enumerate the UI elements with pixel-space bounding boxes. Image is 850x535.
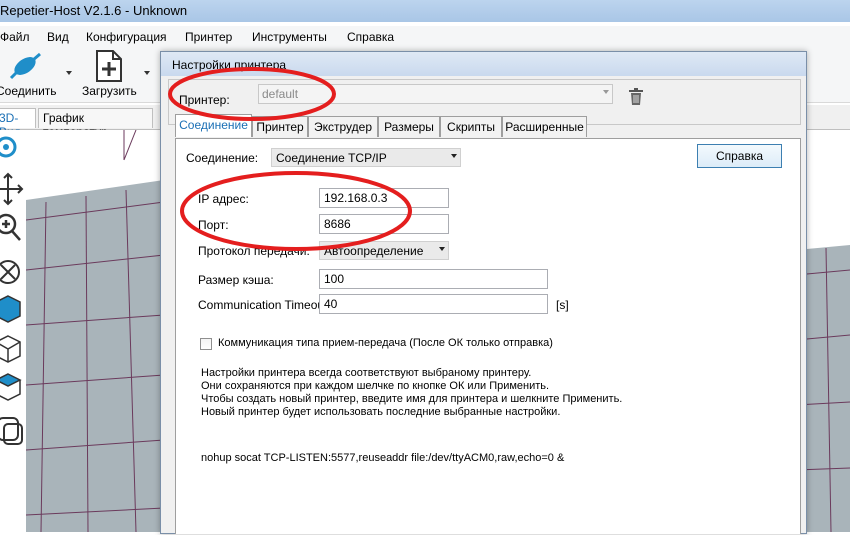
info-line: Новый принтер будет использовать последн… — [201, 406, 561, 418]
printer-label: Принтер: — [179, 93, 230, 107]
tab-scripts[interactable]: Скрипты — [440, 116, 502, 137]
menu-printer[interactable]: Принтер — [185, 30, 232, 44]
menu-view[interactable]: Вид — [47, 30, 69, 44]
tab-3d-view[interactable]: 3D-Вид — [0, 108, 36, 139]
tab-temperature-graph[interactable]: График температур — [38, 108, 153, 139]
load-dropdown-arrow[interactable] — [144, 68, 152, 78]
connect-label: Соединить — [0, 84, 57, 98]
connection-tab-panel: Соединение: Соединение TCP/IP Справка IP… — [175, 138, 801, 534]
tab-connection[interactable]: Соединение — [175, 114, 252, 137]
port-label: Порт: — [198, 218, 229, 232]
load-button[interactable]: Загрузить — [78, 46, 140, 102]
menu-file[interactable]: Файл — [0, 30, 30, 44]
cache-size-label: Размер кэша: — [198, 273, 274, 287]
timeout-label: Communication Timeout: — [198, 298, 331, 312]
printer-combo[interactable]: default — [258, 84, 613, 104]
ping-pong-checkbox[interactable] — [200, 338, 212, 350]
window-title: Repetier-Host V2.1.6 - Unknown — [0, 3, 188, 18]
timeout-unit: [s] — [556, 298, 569, 312]
info-line: Чтобы создать новый принтер, введите имя… — [201, 393, 623, 405]
ip-address-input[interactable]: 192.168.0.3 — [319, 188, 449, 208]
printer-settings-dialog: Настройки принтера Принтер: default Соед… — [160, 51, 807, 534]
info-line: Они сохраняются при каждом шелчке по кно… — [201, 380, 550, 392]
trash-icon[interactable] — [628, 88, 644, 106]
fit-icon[interactable] — [0, 260, 20, 284]
connection-type-value: Соединение TCP/IP — [276, 151, 387, 165]
protocol-select[interactable]: Автоопределение — [319, 241, 449, 260]
move-icon[interactable] — [0, 172, 24, 206]
chevron-down-icon — [603, 90, 609, 94]
printer-combo-value: default — [262, 87, 299, 101]
menu-configuration[interactable]: Конфигурация — [86, 30, 167, 44]
chevron-down-icon — [451, 154, 457, 158]
info-text: Настройки принтера всегда соответствуют … — [201, 367, 622, 419]
help-button[interactable]: Справка — [697, 144, 782, 168]
command-text: nohup socat TCP-LISTEN:5577,reuseaddr fi… — [201, 452, 565, 464]
zoom-icon[interactable] — [0, 213, 21, 241]
menu-bar: Файл Вид Конфигурация Принтер Инструмент… — [0, 26, 850, 46]
timeout-input[interactable]: 40 — [319, 294, 548, 314]
load-label: Загрузить — [82, 84, 137, 98]
protocol-value: Автоопределение — [324, 244, 424, 258]
connect-button[interactable]: Соединить — [0, 46, 75, 102]
side-toolbar — [0, 130, 26, 532]
cache-size-input[interactable]: 100 — [319, 269, 548, 289]
ip-address-label: IP адрес: — [198, 192, 249, 206]
tab-dimensions[interactable]: Размеры — [378, 116, 440, 137]
cube-front-icon[interactable] — [0, 295, 21, 323]
tab-advanced[interactable]: Расширенные — [502, 116, 587, 137]
menu-tools[interactable]: Инструменты — [252, 30, 327, 44]
connection-label: Соединение: — [186, 151, 259, 165]
ping-pong-label: Коммуникация типа прием-передача (После … — [218, 337, 553, 349]
reset-view-icon[interactable] — [0, 136, 17, 158]
info-line: Настройки принтера всегда соответствуют … — [201, 367, 532, 379]
dialog-titlebar: Настройки принтера — [161, 52, 806, 76]
dialog-title: Настройки принтера — [172, 58, 287, 72]
cube-top-icon[interactable] — [0, 373, 22, 401]
tab-printer[interactable]: Принтер — [252, 116, 308, 137]
chevron-down-icon — [439, 247, 445, 251]
connection-type-select[interactable]: Соединение TCP/IP — [271, 148, 461, 167]
connect-dropdown-arrow[interactable] — [66, 68, 74, 78]
cube-side-icon[interactable] — [0, 335, 21, 363]
connect-icon — [9, 52, 41, 80]
add-file-icon — [96, 50, 122, 82]
side-tool-icons — [0, 136, 24, 445]
menu-help[interactable]: Справка — [347, 30, 394, 44]
object-icon[interactable] — [0, 417, 23, 445]
protocol-label: Протокол передачи: — [198, 244, 310, 258]
tab-extruder[interactable]: Экструдер — [308, 116, 378, 137]
window-titlebar: Repetier-Host V2.1.6 - Unknown — [0, 0, 850, 22]
port-input[interactable]: 8686 — [319, 214, 449, 234]
